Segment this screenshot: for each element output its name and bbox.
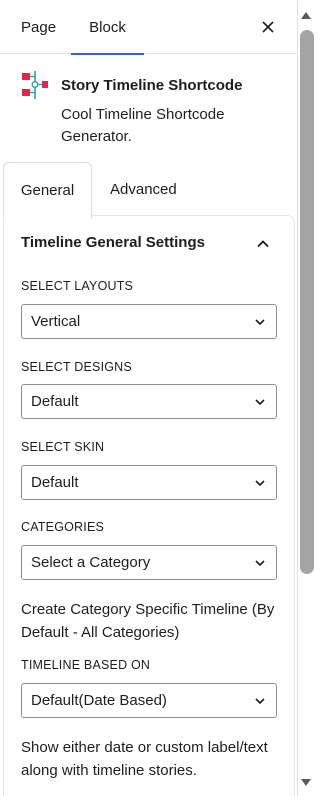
- chevron-down-icon: [255, 480, 265, 487]
- categories-label: CATEGORIES: [21, 520, 105, 534]
- chevron-down-icon: [255, 319, 265, 326]
- based-on-help: Show either date or custom label/text al…: [21, 739, 268, 779]
- designs-select[interactable]: Default: [21, 384, 277, 419]
- block-description: Cool Timeline Shortcode Generator.: [61, 106, 225, 145]
- tab-block[interactable]: Block: [71, 0, 144, 55]
- chevron-down-icon: [255, 560, 265, 567]
- categories-value: Select a Category: [31, 554, 151, 571]
- categories-help: Create Category Specific Timeline (By De…: [21, 601, 275, 641]
- skin-select[interactable]: Default: [21, 465, 277, 500]
- scroll-down-arrow-icon: [301, 779, 311, 786]
- close-icon: [262, 21, 274, 33]
- scrollbar-thumb[interactable]: [300, 30, 314, 574]
- scroll-up-button[interactable]: [299, 8, 313, 20]
- layouts-label: SELECT LAYOUTS: [21, 279, 134, 293]
- categories-select[interactable]: Select a Category: [21, 545, 277, 580]
- chevron-down-icon: [255, 399, 265, 406]
- close-button[interactable]: [257, 16, 279, 38]
- skin-label: SELECT SKIN: [21, 440, 105, 454]
- based-on-select[interactable]: Default(Date Based): [21, 683, 277, 718]
- settings-tabs: General Advanced: [0, 162, 298, 219]
- tab-advanced[interactable]: Advanced: [110, 162, 177, 218]
- tab-page[interactable]: Page: [21, 0, 56, 54]
- layouts-value: Vertical: [31, 313, 81, 330]
- skin-value: Default: [31, 474, 79, 491]
- chevron-down-icon: [255, 698, 265, 705]
- designs-label: SELECT DESIGNS: [21, 360, 132, 374]
- timeline-block-icon: [21, 70, 49, 100]
- tab-block-label: Block: [89, 19, 126, 36]
- inspector-tabs: Page Block: [0, 0, 298, 55]
- layouts-select[interactable]: Vertical: [21, 304, 277, 339]
- collapse-section-button[interactable]: [254, 235, 272, 253]
- section-title[interactable]: Timeline General Settings: [21, 234, 205, 251]
- active-tab-indicator: [71, 53, 144, 55]
- block-inspector-panel: Page Block Story Timeline Shortcode Cool…: [0, 0, 298, 796]
- scroll-up-arrow-icon: [301, 12, 311, 19]
- block-title: Story Timeline Shortcode: [61, 77, 243, 94]
- designs-value: Default: [31, 393, 79, 410]
- based-on-label: TIMELINE BASED ON: [21, 658, 151, 672]
- based-on-value: Default(Date Based): [31, 692, 167, 709]
- tab-general[interactable]: General: [3, 162, 92, 219]
- chevron-up-icon: [257, 240, 269, 248]
- scroll-down-button[interactable]: [299, 776, 313, 788]
